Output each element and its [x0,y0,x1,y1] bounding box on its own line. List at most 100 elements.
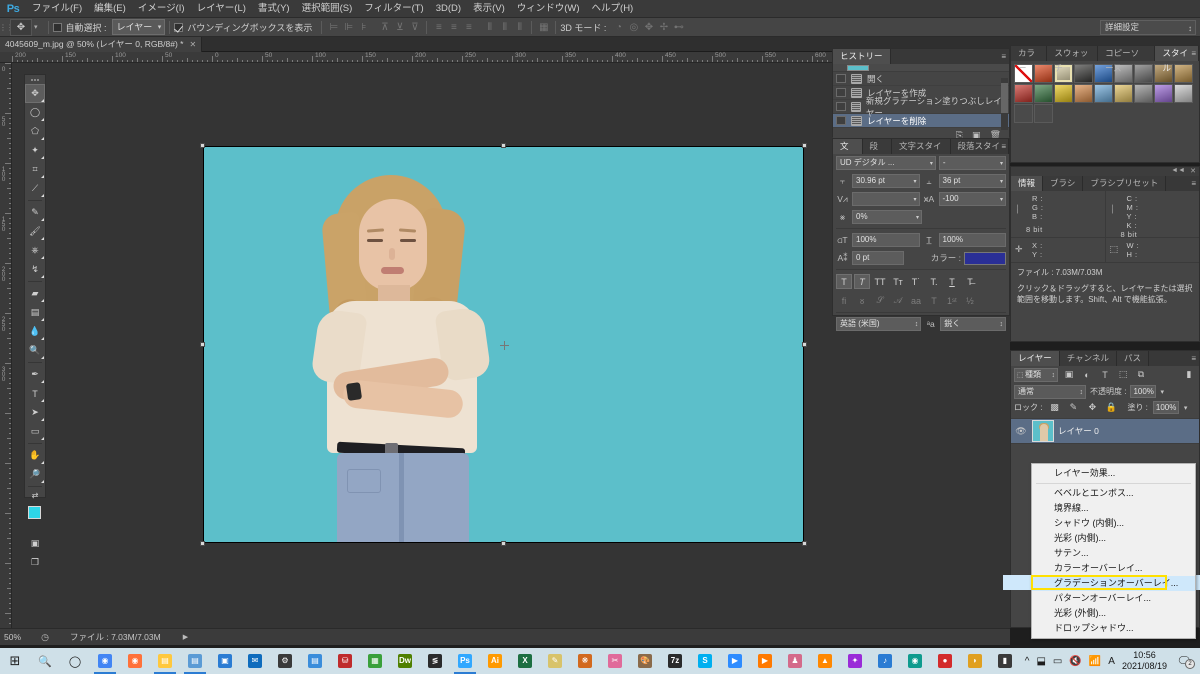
transform-handle-br[interactable] [802,541,807,546]
tab-ブラシプリセット[interactable]: ブラシプリセット [1083,176,1167,191]
tab-チャンネル[interactable]: チャンネル [1059,351,1117,366]
switch-colors-icon[interactable]: ⇄ [25,489,45,501]
scale-3d-icon[interactable]: ⊷ [671,20,686,35]
style-swatch[interactable] [1034,64,1053,83]
panel-menu-icon[interactable]: ≡ [1191,179,1196,188]
tab-ブラシ[interactable]: ブラシ [1043,176,1084,191]
history-snapshot-thumb[interactable] [847,65,869,71]
taskbar-app-filezilla[interactable]: ⛁ [330,648,360,674]
layer-name[interactable]: レイヤー 0 [1058,425,1099,437]
cortana-icon[interactable]: ◯ [60,648,90,674]
style-swatch[interactable] [1114,84,1133,103]
taskbar-app-paint[interactable]: 🎨 [630,648,660,674]
vertical-scale-field[interactable]: 0% [852,210,922,224]
align-horizontal-centers-icon[interactable]: ⊫ [341,20,356,35]
taskbar-app-firefox[interactable]: ◉ [120,648,150,674]
document-tab[interactable]: 4045609_m.jpg @ 50% (レイヤー 0, RGB/8#) * ✕ [0,36,203,52]
align-top-edges-icon[interactable]: ⊼ [377,20,392,35]
tab-文字[interactable]: 文字 [833,139,863,166]
discretionary-ligatures-button[interactable]: ᴕ [854,293,870,308]
tab-レイヤー[interactable]: レイヤー [1011,351,1060,366]
info-panel[interactable]: ◄◄ ✕ 情報 ブラシ ブラシプリセット ≡ ⟋ R : G : B : 8 bit … [1010,166,1200,342]
tracking-field[interactable]: -100 [938,192,1006,206]
crop-tool-icon[interactable]: ⌗ [25,160,45,179]
taskbar-app-settings[interactable]: ⚙ [270,648,300,674]
strikethrough-button[interactable]: T̶ [962,274,978,289]
transform-handle-bl[interactable] [200,541,205,546]
auto-select-scope-dropdown[interactable]: レイヤー [111,19,166,35]
clone-stamp-tool-icon[interactable]: ⎈ [25,241,45,260]
context-menu-item[interactable]: ベベルとエンボス... [1032,486,1195,501]
baseline-shift-field[interactable]: 0 pt [852,251,904,265]
taskbar-app-dreamweaver[interactable]: Dw [390,648,420,674]
text-color-swatch[interactable] [964,251,1006,265]
style-swatch[interactable] [1014,84,1033,103]
distribute-vcenter-icon[interactable]: ≡ [446,20,461,35]
close-icon[interactable]: ✕ [1190,167,1196,175]
options-bar-grip[interactable]: ⋮⋮ [0,18,14,37]
filter-pixel-icon[interactable]: ▣ [1062,369,1076,380]
tools-panel-grip[interactable] [25,75,45,84]
move-tool-icon[interactable]: ✥ [10,18,32,36]
styles-panel[interactable]: カラー スウォッチ コピーソース スタイル ≡ [1010,45,1200,163]
stylistic-alternates-button[interactable]: 𝒜 [890,293,906,308]
tray-volume-mute-icon[interactable]: 🔇 [1069,656,1081,667]
all-caps-button[interactable]: TT [872,274,888,289]
lock-transparent-pixels-icon[interactable]: ▩ [1047,402,1061,413]
transform-handle-ml[interactable] [200,341,205,347]
taskbar-app-file-explorer[interactable]: ▤ [150,648,180,674]
align-left-edges-icon[interactable]: ⊨ [326,20,341,35]
history-panel[interactable]: ヒストリー ≡ 開く レイヤーを作成 新規グラデーション塗りつぶしレイヤー レイヤーを… [832,48,1010,142]
move-tool-icon[interactable]: ✥ [25,84,45,103]
transform-handle-bc[interactable] [500,541,506,546]
faux-bold-button[interactable]: T [836,274,852,289]
distribute-left-icon[interactable]: ⦀ [482,20,497,35]
horizontal-scale-value[interactable]: 100% [938,233,1006,247]
vertical-scale-value[interactable]: 100% [852,233,920,247]
taskbar-app-butterfly[interactable]: ❋ [570,648,600,674]
taskbar-app-purple-app[interactable]: ✦ [840,648,870,674]
taskbar-app-record[interactable]: ● [930,648,960,674]
notification-center-icon[interactable]: 🗨 2 [1174,654,1195,669]
rotate-3d-icon[interactable]: ◔ [611,20,626,35]
align-bottom-edges-icon[interactable]: ⊽ [407,20,422,35]
style-swatch[interactable] [1174,64,1193,83]
close-icon[interactable]: ✕ [189,40,196,49]
menu-view[interactable]: 表示(V) [467,0,511,18]
clock[interactable]: 10:56 2021/08/19 [1122,650,1167,672]
history-item[interactable]: 開く [833,72,1009,86]
panel-menu-icon[interactable]: ≡ [1001,52,1006,61]
taskbar-app-photos[interactable]: ▣ [210,648,240,674]
transform-handle-mr[interactable] [802,341,807,347]
taskbar-app-excel[interactable]: X [510,648,540,674]
tab-history[interactable]: ヒストリー [833,49,891,64]
gradient-tool-icon[interactable]: ▤ [25,303,45,322]
auto-align-layers-icon[interactable]: ▦ [536,20,551,35]
screen-mode-icon[interactable]: ❐ [25,553,45,572]
style-swatch[interactable] [1074,84,1093,103]
style-swatch[interactable] [1034,104,1053,123]
tools-panel[interactable]: ✥ ◯ ⬠ ✦ ⌗ ⟋ ✎ 🖌 ⎈ ↯ ▰ ▤ 💧 🔍 ✒ T ➤ ▭ ✋ 🔎 ⇄ ▣ ❐ [24,74,46,567]
context-menu-item[interactable]: カラーオーバーレイ... [1032,561,1195,576]
workspace-switcher[interactable]: 詳細設定 [1100,19,1196,35]
tray-chevron-up-icon[interactable]: ^ [1025,656,1030,667]
tray-battery-icon[interactable]: ▭ [1053,656,1062,667]
style-swatch[interactable] [1034,84,1053,103]
transform-handle-tr[interactable] [802,143,807,148]
layer-style-context-menu[interactable]: レイヤー効果... ベベルとエンボス... 境界線... シャドウ (内側)... 光彩… [1031,463,1196,639]
align-right-edges-icon[interactable]: ⊧ [356,20,371,35]
auto-select-checkbox[interactable] [52,22,62,32]
ornaments-button[interactable]: T [926,293,942,308]
distribute-right-icon[interactable]: ⦀ [512,20,527,35]
lasso-tool-icon[interactable]: ⬠ [25,122,45,141]
taskbar-app-contacts[interactable]: ▤ [300,648,330,674]
eyedropper-tool-icon[interactable]: ⟋ [25,179,45,198]
history-scrollbar-thumb[interactable] [1001,83,1008,113]
tab-スウォッチ[interactable]: スウォッチ [1047,46,1099,73]
layer-thumbnail[interactable] [1032,420,1054,442]
tab-カラー[interactable]: カラー [1011,46,1048,73]
opacity-chevron-down-icon[interactable]: ▾ [1160,388,1164,396]
history-item[interactable]: 新規グラデーション塗りつぶしレイヤー [833,96,1009,118]
foreground-color-swatch[interactable] [28,506,41,519]
filter-shape-icon[interactable]: ⬚ [1116,369,1130,380]
